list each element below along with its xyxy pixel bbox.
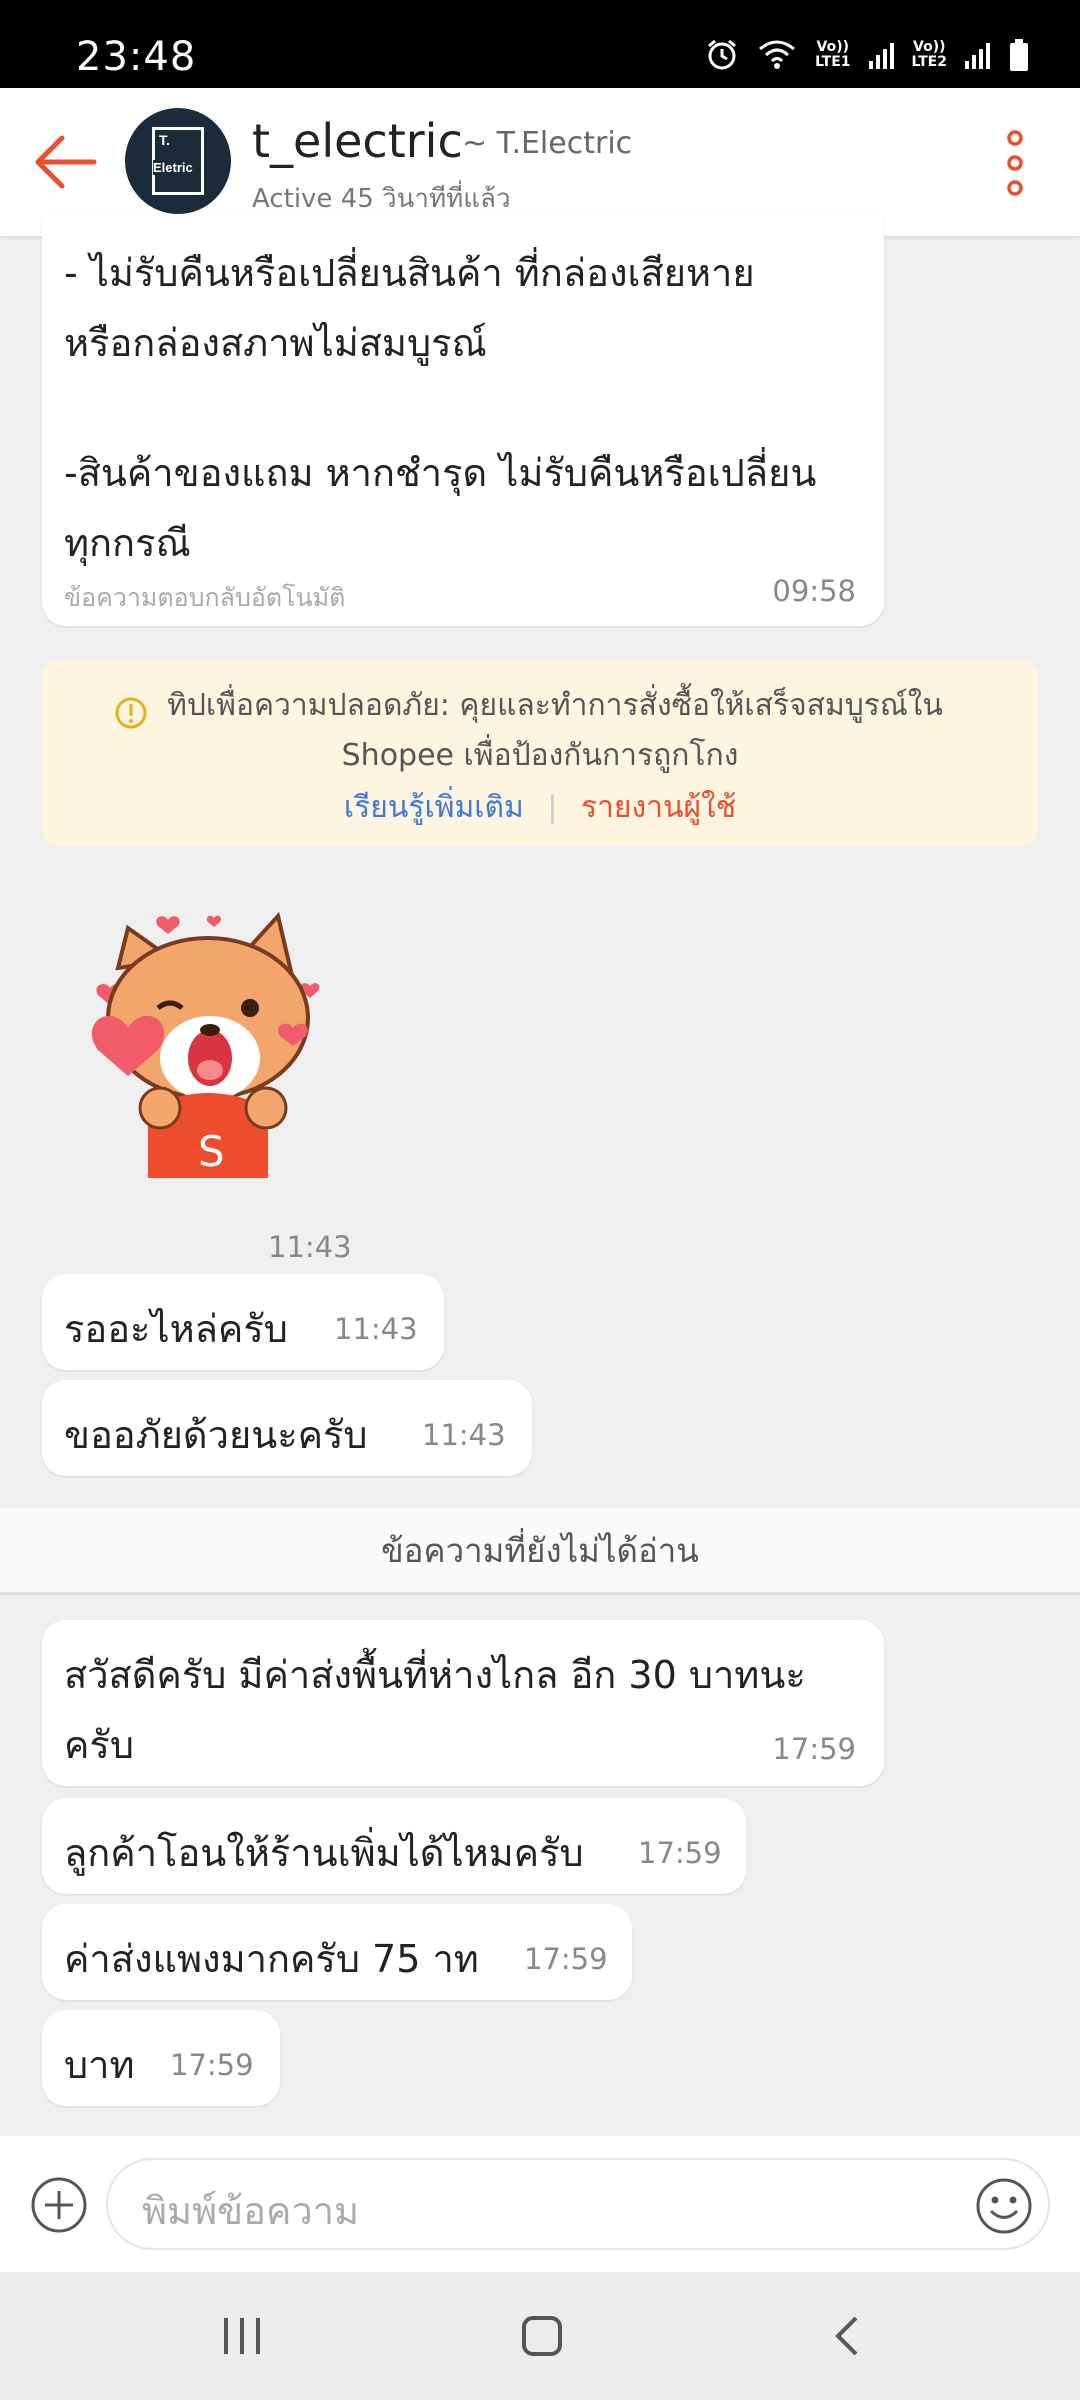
- safety-tip-links: เรียนรู้เพิ่มเติม | รายงานผู้ใช้: [42, 784, 1038, 831]
- active-status: Active 45 วินาทีที่แล้ว: [252, 184, 511, 214]
- message-bubble[interactable]: ขออภัยด้วยนะครับ 11:43: [42, 1380, 532, 1476]
- safety-tip-banner: ทิปเพื่อความปลอดภัย: คุยและทำการสั่งซื้อ…: [42, 660, 1038, 846]
- learn-more-link[interactable]: เรียนรู้เพิ่มเติม: [344, 790, 524, 825]
- logo-text-top: T.: [159, 132, 170, 148]
- battery-icon: [1010, 39, 1028, 71]
- chat-header: T. Eletric t_electric ~ T.Electric Activ…: [0, 88, 1080, 236]
- more-options-icon[interactable]: [1000, 130, 1030, 196]
- message-time: 11:43: [334, 1312, 418, 1346]
- safety-tip-text-2: Shopee เพื่อป้องกันการถูกโกง: [341, 738, 739, 773]
- unread-divider: ข้อความที่ยังไม่ได้อ่าน: [0, 1508, 1080, 1595]
- auto-reply-label: ข้อความตอบกลับอัตโนมัติ: [64, 583, 346, 612]
- message-input[interactable]: พิมพ์ข้อความ: [106, 2158, 1050, 2250]
- signal-icon-2: [965, 41, 990, 69]
- shop-avatar[interactable]: T. Eletric: [125, 108, 231, 214]
- message-time: 17:59: [638, 1836, 722, 1870]
- sim1-indicator: Vo)) LTE1: [815, 40, 850, 70]
- message-input-bar: พิมพ์ข้อความ: [0, 2136, 1080, 2272]
- message-time: 17:59: [524, 1942, 608, 1976]
- message-bubble[interactable]: รออะไหล่ครับ 11:43: [42, 1274, 444, 1370]
- message-text: ครับ: [64, 1723, 134, 1767]
- home-icon[interactable]: [520, 2314, 564, 2358]
- message-time: 09:58: [772, 574, 856, 608]
- message-text: รออะไหล่ครับ: [64, 1307, 288, 1351]
- emoji-icon[interactable]: [974, 2176, 1034, 2236]
- message-text: -สินค้าของแถม หากชำรุด ไม่รับคืนหรือเปลี…: [64, 451, 817, 495]
- message-text: ค่าส่งแพงมากครับ 75 าท: [64, 1937, 479, 1981]
- message-time: 17:59: [170, 2048, 254, 2082]
- message-text: บาท: [64, 2043, 135, 2087]
- message-bubble[interactable]: บาท 17:59: [42, 2010, 280, 2106]
- back-arrow-icon[interactable]: [30, 130, 100, 194]
- message-text: ขออภัยด้วยนะครับ: [64, 1413, 368, 1457]
- report-user-link[interactable]: รายงานผู้ใช้: [581, 790, 736, 825]
- logo-text-bottom: Eletric: [153, 160, 195, 175]
- sim2-label: LTE2: [911, 54, 947, 70]
- sim2-indicator: Vo)) LTE2: [912, 40, 947, 70]
- sticker-letter: S: [198, 1127, 225, 1176]
- back-icon[interactable]: [826, 2314, 870, 2358]
- shop-logo: T. Eletric: [152, 127, 204, 195]
- sticker-time: 11:43: [268, 1230, 352, 1264]
- message-text: สวัสดีครับ มีค่าส่งพื้นที่ห่างไกล อีก 30…: [64, 1653, 806, 1697]
- shop-name[interactable]: t_electric: [252, 114, 463, 168]
- shop-alias: ~ T.Electric: [462, 126, 633, 161]
- alarm-icon: [708, 39, 737, 70]
- corgi-sticker[interactable]: S: [88, 908, 338, 1178]
- sim1-label: LTE1: [815, 54, 851, 70]
- message-bubble[interactable]: ค่าส่งแพงมากครับ 75 าท 17:59: [42, 1904, 632, 2000]
- message-time: 17:59: [772, 1732, 856, 1766]
- status-time: 23:48: [76, 34, 197, 80]
- message-bubble[interactable]: สวัสดีครับ มีค่าส่งพื้นที่ห่างไกล อีก 30…: [42, 1620, 884, 1786]
- message-text: หรือกล่องสภาพไม่สมบูรณ์: [64, 321, 487, 365]
- auto-reply-bubble[interactable]: - ไม่รับคืนหรือเปลี่ยนสินค้า ที่กล่องเสี…: [42, 216, 884, 626]
- volte-label: Vo)): [816, 39, 850, 55]
- message-text: ทุกกรณี: [64, 521, 191, 565]
- safety-tip-text: ทิปเพื่อความปลอดภัย: คุยและทำการสั่งซื้อ…: [167, 688, 943, 723]
- message-time: 11:43: [422, 1418, 506, 1452]
- status-bar: 23:48 Vo)) LTE1 Vo)) LTE2: [0, 0, 1080, 88]
- signal-icon: [868, 41, 894, 69]
- link-divider: |: [547, 790, 558, 825]
- system-nav-bar: [0, 2272, 1080, 2400]
- message-text: ลูกค้าโอนให้ร้านเพิ่มได้ไหมครับ: [64, 1831, 584, 1875]
- add-attachment-icon[interactable]: [30, 2176, 88, 2234]
- volte-label-2: Vo)): [913, 39, 946, 55]
- message-input-placeholder: พิมพ์ข้อความ: [142, 2189, 360, 2233]
- status-icons: Vo)) LTE1 Vo)) LTE2: [705, 38, 1030, 72]
- wifi-icon: [759, 40, 796, 69]
- message-bubble[interactable]: ลูกค้าโอนให้ร้านเพิ่มได้ไหมครับ 17:59: [42, 1798, 746, 1894]
- recent-apps-icon[interactable]: [220, 2314, 264, 2358]
- message-text: - ไม่รับคืนหรือเปลี่ยนสินค้า ที่กล่องเสี…: [64, 251, 755, 295]
